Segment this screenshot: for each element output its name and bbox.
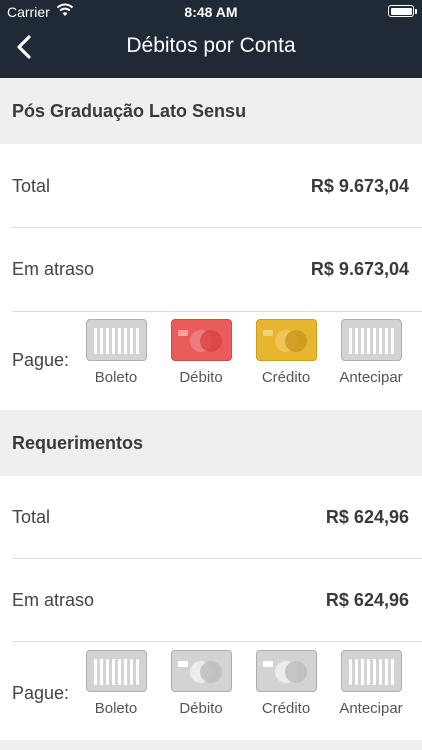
page-title: Débitos por Conta: [126, 34, 296, 57]
credit-card-icon: [256, 650, 317, 692]
status-bar: Carrier 8:48 AM: [0, 0, 422, 22]
total-row: Total R$ 624,96: [0, 476, 422, 559]
account-section-header: Pós Graduação Lato Sensu: [0, 78, 422, 144]
total-value: R$ 624,96: [325, 507, 409, 527]
pay-option-debito[interactable]: Débito: [163, 650, 239, 730]
account-name: Pós Graduação Lato Sensu: [12, 101, 247, 121]
total-label: Total: [12, 507, 51, 527]
status-time: 8:48 AM: [184, 4, 238, 20]
pay-option-boleto[interactable]: Boleto: [78, 319, 154, 399]
overdue-label: Em atraso: [12, 590, 95, 610]
payment-options-row: Pague: Boleto Débito Crédito Antecipar: [0, 312, 422, 410]
total-row: Total R$ 9.673,04: [0, 144, 422, 227]
overdue-value: R$ 9.673,04: [310, 259, 409, 279]
anticipate-barcode-icon: [341, 319, 402, 361]
account-card: Total R$ 624,96 Em atraso R$ 624,96 Pagu…: [0, 476, 422, 740]
pay-option-label: Crédito: [261, 369, 311, 386]
pay-option-antecipar[interactable]: Antecipar: [333, 650, 409, 730]
top-navigation-bar: Carrier 8:48 AM Débitos por Conta: [0, 0, 422, 78]
pay-option-label: Débito: [179, 369, 223, 386]
account-name: Requerimentos: [12, 433, 144, 453]
pay-label: Pague:: [12, 350, 70, 370]
overdue-value: R$ 624,96: [325, 590, 409, 610]
total-label: Total: [12, 176, 51, 196]
pay-option-label: Antecipar: [339, 700, 403, 717]
pay-option-label: Boleto: [94, 700, 138, 717]
account-card: Total R$ 9.673,04 Em atraso R$ 9.673,04 …: [0, 144, 422, 410]
pay-option-label: Antecipar: [339, 369, 403, 386]
pay-option-antecipar[interactable]: Antecipar: [333, 319, 409, 399]
credit-card-icon: [256, 319, 317, 361]
pay-option-credito[interactable]: Crédito: [248, 650, 324, 730]
payment-options-row: Pague: Boleto Débito Crédito Antecipar: [0, 642, 422, 740]
account-section-header: Requerimentos: [0, 410, 422, 476]
overdue-label: Em atraso: [12, 259, 95, 279]
battery-icon: [388, 5, 417, 17]
boleto-barcode-icon: [86, 650, 147, 692]
overdue-row: Em atraso R$ 9.673,04: [0, 228, 422, 311]
pay-option-label: Boleto: [94, 369, 138, 386]
debit-card-icon: [171, 319, 232, 361]
overdue-row: Em atraso R$ 624,96: [0, 559, 422, 642]
pay-option-debito[interactable]: Débito: [163, 319, 239, 399]
anticipate-barcode-icon: [341, 650, 402, 692]
pay-option-label: Crédito: [261, 700, 311, 717]
section-spacer: [0, 740, 422, 750]
total-value: R$ 9.673,04: [310, 176, 409, 196]
pay-option-credito[interactable]: Crédito: [248, 319, 324, 399]
debit-card-icon: [171, 650, 232, 692]
boleto-barcode-icon: [86, 319, 147, 361]
pay-option-label: Débito: [179, 700, 223, 717]
pay-option-boleto[interactable]: Boleto: [78, 650, 154, 730]
pay-label: Pague:: [12, 683, 70, 703]
